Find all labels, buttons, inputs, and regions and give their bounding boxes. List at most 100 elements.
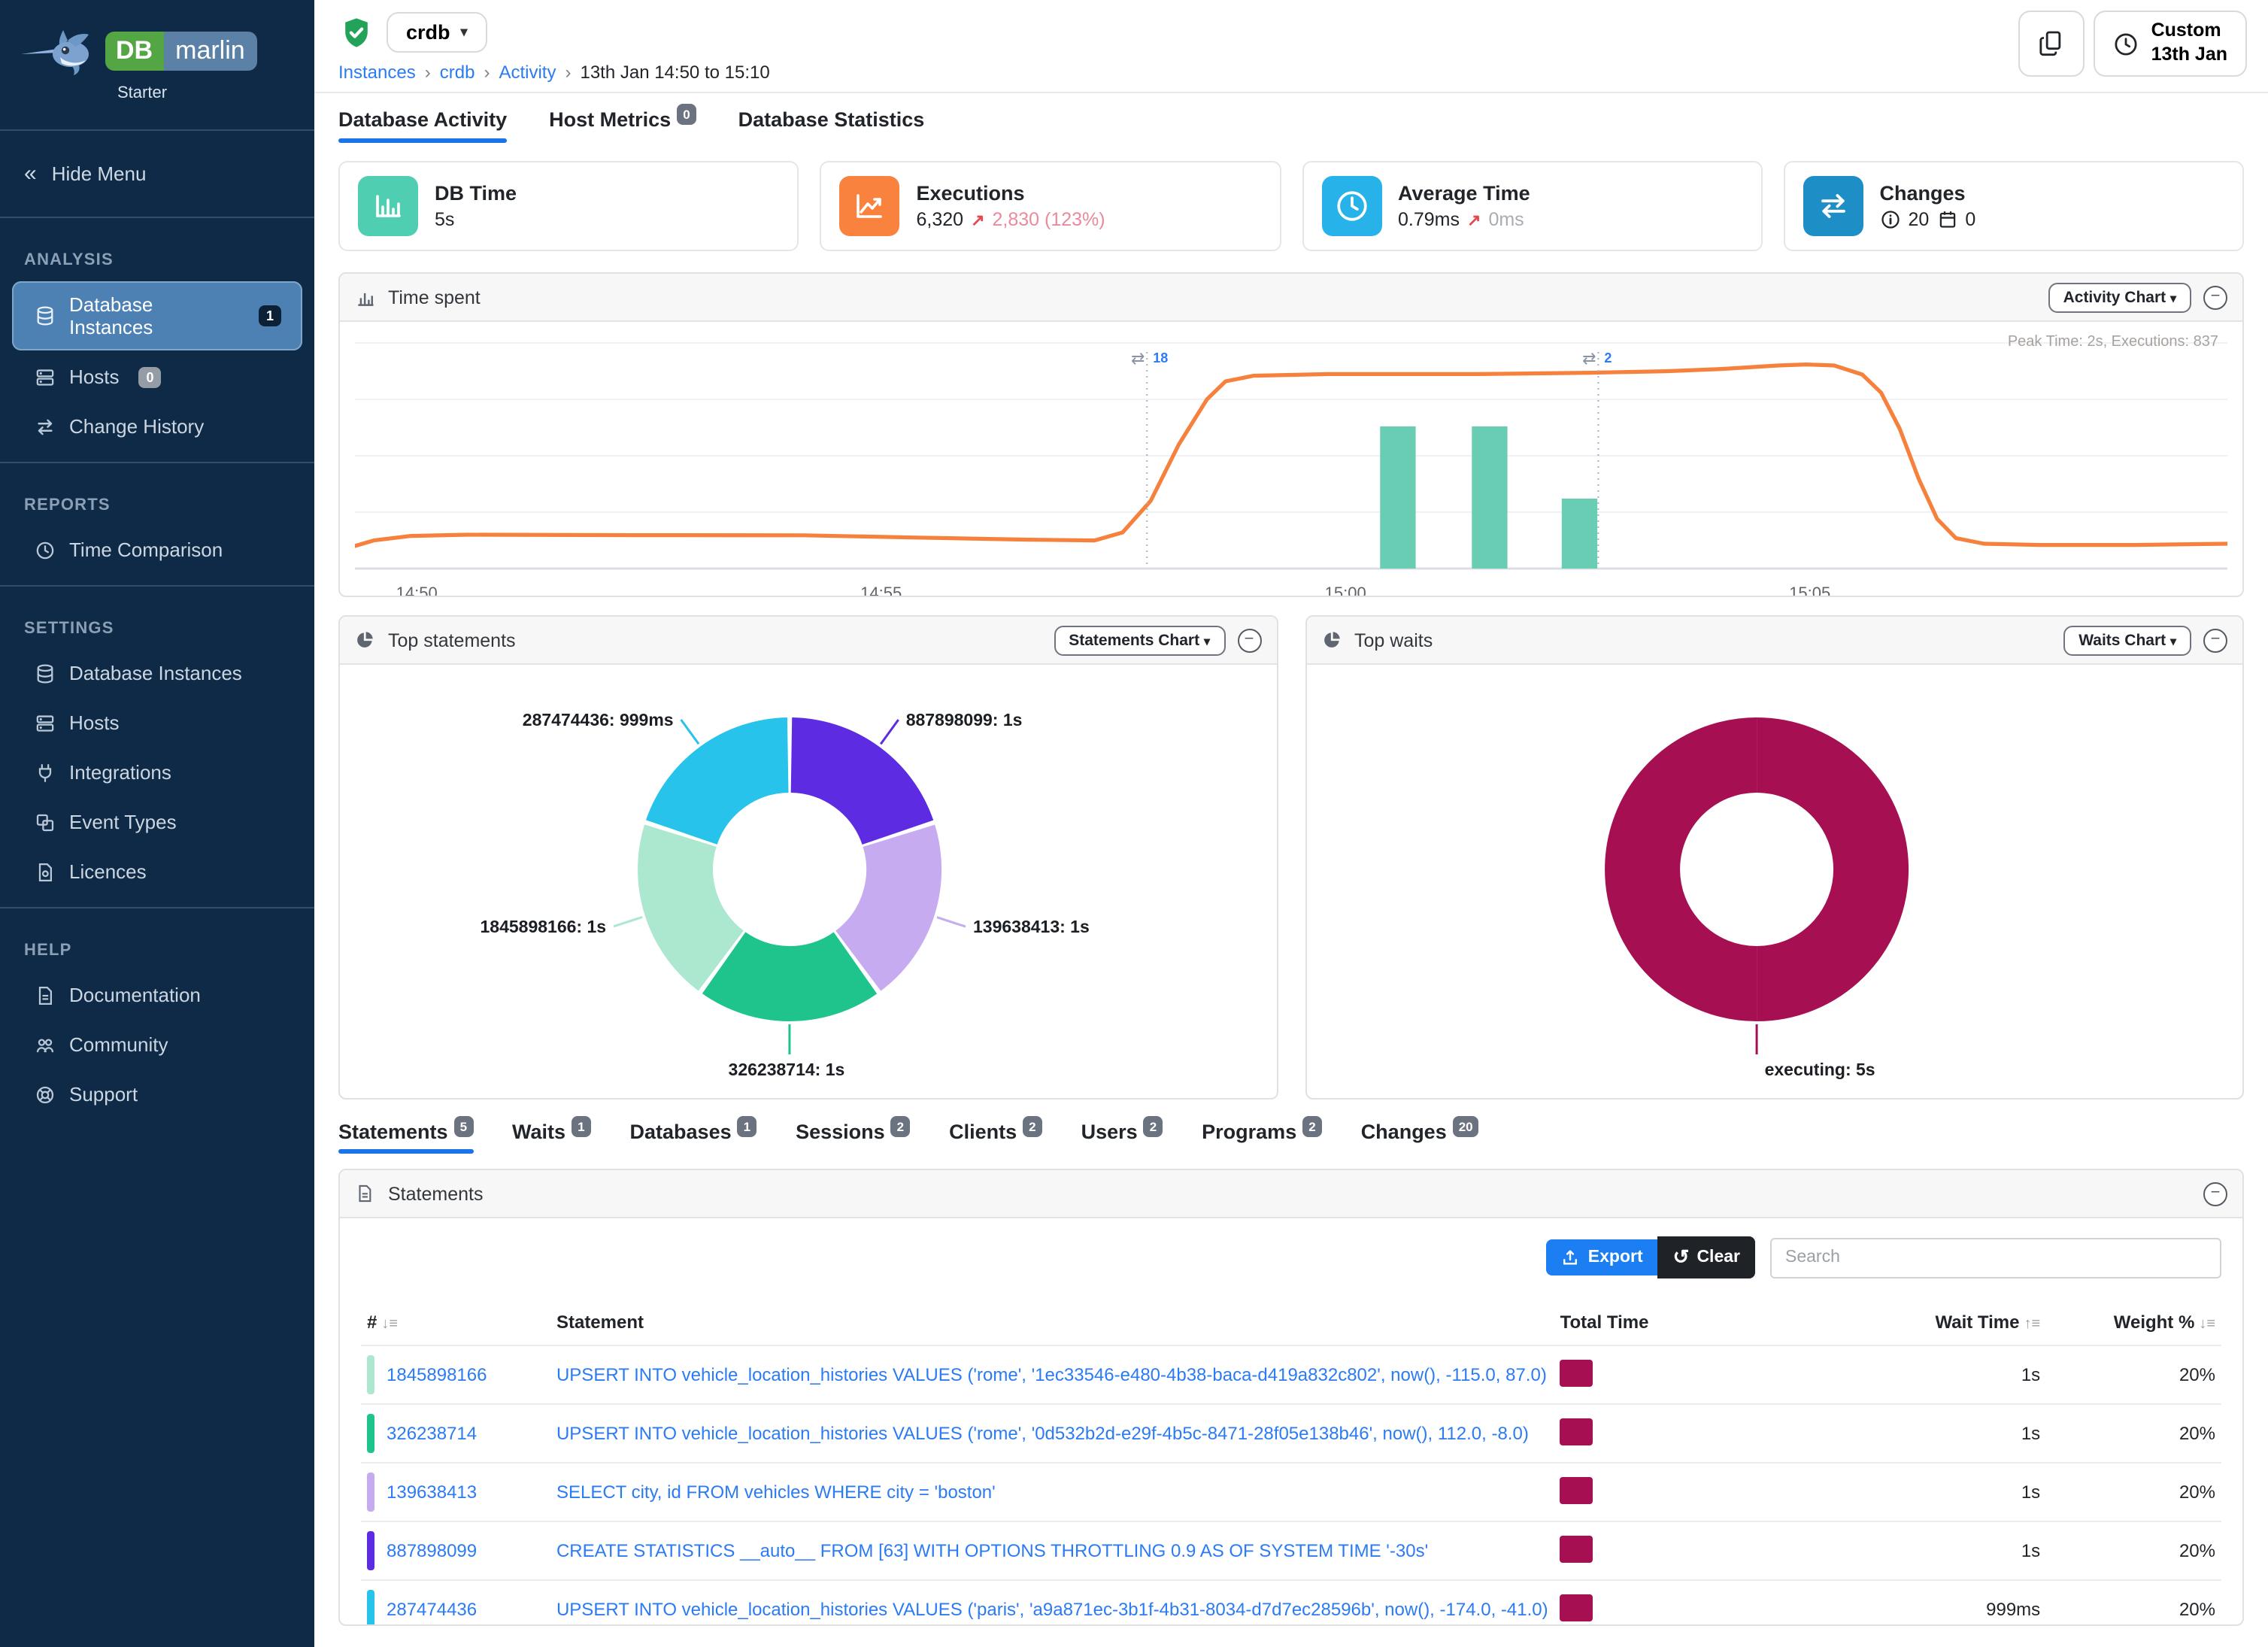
detail-tab-waits[interactable]: Waits1: [512, 1121, 591, 1154]
column-header-statement[interactable]: Statement: [550, 1300, 1554, 1346]
sidebar-item-event-types[interactable]: Event Types: [12, 799, 302, 845]
svg-text:14:50: 14:50: [396, 584, 438, 598]
statement-id-link[interactable]: 1845898166: [387, 1365, 487, 1386]
column-header-wait-time[interactable]: Wait Time↑≡: [1771, 1300, 2046, 1346]
statement-text-link[interactable]: CREATE STATISTICS __auto__ FROM [63] WIT…: [556, 1541, 1428, 1562]
tab-host-metrics[interactable]: Host Metrics0: [549, 108, 696, 143]
collapse-panel-button[interactable]: −: [2203, 629, 2227, 653]
statement-text-link[interactable]: UPSERT INTO vehicle_location_histories V…: [556, 1365, 1547, 1386]
instance-selector[interactable]: crdb ▾: [387, 12, 487, 53]
column-header-weight-[interactable]: Weight %↓≡: [2046, 1300, 2221, 1346]
clear-button[interactable]: ↺ Clear: [1658, 1237, 1755, 1279]
hide-menu-button[interactable]: « Hide Menu: [0, 143, 314, 205]
sidebar-section: ANALYSISDatabase Instances1Hosts0Change …: [0, 230, 314, 450]
top-waits-donut[interactable]: executing: 5s: [1306, 666, 2242, 1099]
sidebar-item-licences[interactable]: Licences: [12, 848, 302, 895]
tab-label: Database Statistics: [738, 108, 925, 131]
selector-label: Activity Chart: [2063, 288, 2166, 306]
metric-title: Executions: [917, 182, 1105, 205]
detail-tab-clients[interactable]: Clients2: [949, 1121, 1042, 1154]
plug-icon: [33, 761, 56, 784]
statements-chart-selector[interactable]: Statements Chart ▾: [1054, 626, 1225, 656]
clock-icon: [2114, 31, 2139, 56]
licence-icon: [33, 860, 56, 883]
statements-panel: Statements − Export ↺ Clear: [338, 1169, 2244, 1626]
column-label: Statement: [556, 1312, 644, 1333]
copy-link-button[interactable]: [2019, 11, 2085, 77]
tab-database-statistics[interactable]: Database Statistics: [738, 108, 925, 143]
statement-id-link[interactable]: 287474436: [387, 1600, 477, 1621]
sidebar-item-time-comparison[interactable]: Time Comparison: [12, 526, 302, 573]
time-spent-chart[interactable]: Peak Time: 2s, Executions: 837 ⇄18⇄214:5…: [340, 322, 2242, 598]
top-waits-header: Top waits Waits Chart ▾ −: [1306, 617, 2242, 666]
breadcrumb-item[interactable]: Activity: [499, 62, 556, 83]
statement-text-link[interactable]: UPSERT INTO vehicle_location_histories V…: [556, 1600, 1548, 1621]
search-input[interactable]: [1770, 1238, 2221, 1278]
svg-text:887898099: 1s: 887898099: 1s: [906, 711, 1023, 730]
sidebar-item-documentation[interactable]: Documentation: [12, 972, 302, 1018]
time-range-button[interactable]: Custom 13th Jan: [2094, 11, 2247, 77]
column-header--[interactable]: #↓≡: [361, 1300, 550, 1346]
sidebar-item-integrations[interactable]: Integrations: [12, 749, 302, 796]
tab-label: Host Metrics: [549, 108, 671, 131]
count-badge: 20: [1453, 1117, 1479, 1138]
statement-text-link[interactable]: UPSERT INTO vehicle_location_histories V…: [556, 1424, 1529, 1445]
detail-tab-users[interactable]: Users2: [1081, 1121, 1163, 1154]
hide-menu-label: Hide Menu: [52, 162, 147, 185]
tab-database-activity[interactable]: Database Activity: [338, 108, 507, 143]
export-button[interactable]: Export: [1546, 1240, 1658, 1276]
sidebar-item-community[interactable]: Community: [12, 1021, 302, 1068]
divider: [0, 462, 314, 463]
sidebar-section: HELPDocumentationCommunitySupport: [0, 921, 314, 1118]
column-header-total-time[interactable]: Total Time: [1554, 1300, 1772, 1346]
clock-icon: [33, 538, 56, 561]
detail-tab-programs[interactable]: Programs2: [1202, 1121, 1322, 1154]
breadcrumb-item[interactable]: crdb: [440, 62, 475, 83]
metric-title: Average Time: [1398, 182, 1530, 205]
panel-title: Time spent: [388, 287, 481, 308]
top-statements-donut[interactable]: 887898099: 1s139638413: 1s326238714: 1s1…: [340, 666, 1276, 1099]
detail-tabs: Statements5 Waits1 Databases1 Sessions2 Clie…: [314, 1100, 2268, 1154]
statement-text-link[interactable]: SELECT city, id FROM vehicles WHERE city…: [556, 1482, 996, 1503]
wait-time-value: 1s: [1771, 1346, 2046, 1405]
double-chevron-left-icon: «: [24, 161, 37, 187]
sidebar-item-database-instances[interactable]: Database Instances: [12, 650, 302, 696]
collapse-panel-button[interactable]: −: [2203, 285, 2227, 309]
sidebar-item-support[interactable]: Support: [12, 1071, 302, 1118]
sidebar-item-database-instances[interactable]: Database Instances1: [12, 281, 302, 350]
metric-cards: DB Time5sExecutions6,320↗2,830 (123%)Ave…: [314, 143, 2268, 257]
divider: [0, 129, 314, 131]
collapse-panel-button[interactable]: −: [1237, 629, 1261, 653]
detail-tab-sessions[interactable]: Sessions2: [796, 1121, 910, 1154]
sidebar-section: REPORTSTime Comparison: [0, 475, 314, 573]
statement-id-link[interactable]: 326238714: [387, 1424, 477, 1445]
table-row: 326238714 UPSERT INTO vehicle_location_hi…: [361, 1405, 2221, 1463]
collapse-panel-button[interactable]: −: [2203, 1182, 2227, 1206]
metric-title: Changes: [1880, 182, 1976, 205]
metric-card-executions: Executions6,320↗2,830 (123%): [820, 161, 1281, 251]
sidebar-item-change-history[interactable]: Change History: [12, 403, 302, 450]
detail-tab-statements[interactable]: Statements5: [338, 1121, 473, 1154]
statement-id-link[interactable]: 887898099: [387, 1541, 477, 1562]
time-range-line2: 13th Jan: [2151, 44, 2227, 67]
sidebar-item-hosts[interactable]: Hosts0: [12, 353, 302, 400]
marlin-fish-icon: [18, 21, 96, 81]
activity-chart-selector[interactable]: Activity Chart ▾: [2048, 282, 2191, 312]
detail-tab-changes[interactable]: Changes20: [1361, 1121, 1479, 1154]
copy-icon: [2037, 29, 2067, 59]
metric-count: 20: [1909, 209, 1930, 230]
weight-value: 20%: [2046, 1522, 2221, 1581]
breadcrumb-item: 13th Jan 14:50 to 15:10: [580, 62, 769, 83]
sidebar-item-hosts[interactable]: Hosts: [12, 699, 302, 746]
table-row: 1845898166 UPSERT INTO vehicle_location_h…: [361, 1346, 2221, 1405]
table-row: 139638413 SELECT city, id FROM vehicles W…: [361, 1463, 2221, 1522]
bars-icon: [358, 176, 418, 236]
breadcrumb-item[interactable]: Instances: [338, 62, 416, 83]
undo-icon: ↺: [1673, 1246, 1690, 1270]
statements-toolbar: Export ↺ Clear: [340, 1219, 2242, 1294]
waits-chart-selector[interactable]: Waits Chart ▾: [2063, 626, 2191, 656]
detail-tab-databases[interactable]: Databases1: [630, 1121, 757, 1154]
table-row: 287474436 UPSERT INTO vehicle_location_hi…: [361, 1581, 2221, 1626]
tab-label: Waits: [512, 1121, 565, 1144]
statement-id-link[interactable]: 139638413: [387, 1482, 477, 1503]
